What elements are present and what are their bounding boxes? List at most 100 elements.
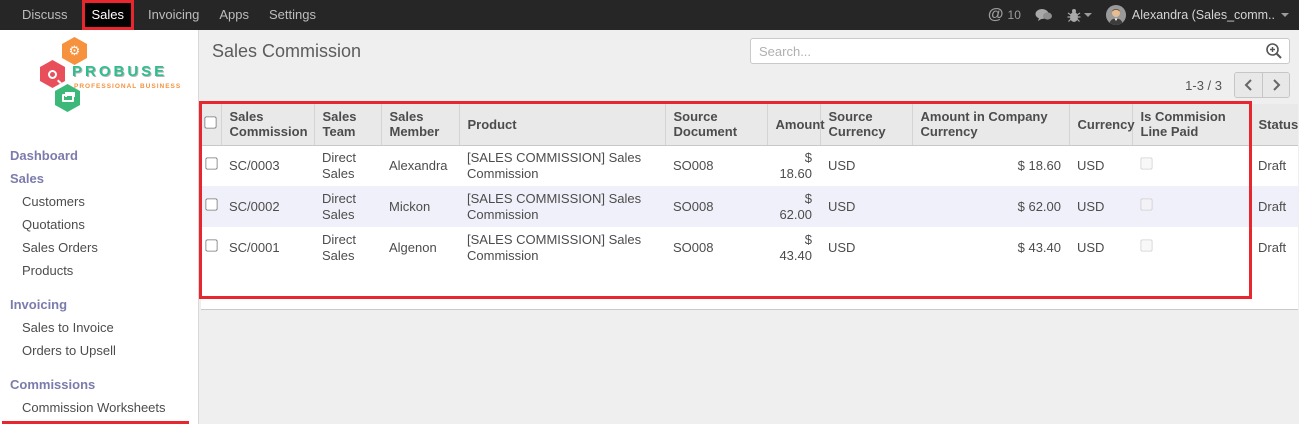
column-header-label: Source Currency [829, 109, 886, 139]
bug-icon [1067, 8, 1081, 23]
cell-amount: $ 18.60 [767, 145, 820, 186]
column-header[interactable]: Source Currency [820, 104, 912, 145]
chevron-left-icon [1244, 79, 1253, 91]
sidebar-entry-label: Commissions [10, 377, 95, 392]
column-header[interactable]: Amount in Company Currency [912, 104, 1069, 145]
pager: 1-3 / 3 [1185, 72, 1290, 98]
column-header-label: Is Commision Line Paid [1141, 109, 1226, 139]
sidebar-entry-label: Quotations [22, 217, 85, 232]
nav-app-label: Sales [92, 7, 125, 22]
cell-is-paid [1132, 186, 1250, 227]
chevron-right-icon [1272, 79, 1281, 91]
row-select-checkbox[interactable] [205, 158, 217, 170]
control-panel: Sales Commission 1-3 / 3 [199, 30, 1299, 103]
sidebar-entry-label: Sales [10, 171, 44, 186]
logo-title: PROBUSE [72, 63, 167, 80]
cell-sales-team: Direct Sales [314, 145, 381, 186]
is-paid-checkbox [1140, 158, 1152, 170]
column-header[interactable]: Product [459, 104, 665, 145]
nav-app-item[interactable]: Settings [259, 0, 326, 30]
row-select-checkbox[interactable] [205, 198, 217, 210]
magnifier-icon [40, 60, 65, 88]
is-paid-checkbox [1140, 198, 1152, 210]
column-header-label: Sales Commission [230, 109, 308, 139]
cell-sales-member: Alexandra [381, 145, 459, 186]
column-header-label: Amount [776, 117, 825, 132]
column-header[interactable]: Status [1250, 104, 1298, 145]
column-header[interactable]: Currency [1069, 104, 1132, 145]
sidebar-menu-entry[interactable]: Sales [0, 167, 198, 190]
sidebar-menu-entry[interactable]: Sales Orders [0, 236, 198, 259]
cell-source-currency: USD [820, 145, 912, 186]
nav-app-label: Invoicing [148, 7, 199, 22]
table-row[interactable]: SC/0001 Direct Sales Algenon [SALES COMM… [201, 227, 1298, 268]
search-input[interactable] [750, 38, 1290, 64]
page-title: Sales Commission [212, 41, 361, 62]
sidebar-entry-label: Sales to Invoice [22, 320, 114, 335]
table-row[interactable]: SC/0002 Direct Sales Mickon [SALES COMMI… [201, 186, 1298, 227]
table-row[interactable]: SC/0003 Direct Sales Alexandra [SALES CO… [201, 145, 1298, 186]
column-header[interactable]: Sales Commission [221, 104, 314, 145]
top-navbar: Discuss Sales Invoicing Apps Settings @ … [0, 0, 1299, 30]
cell-status: Draft [1250, 145, 1298, 186]
user-name: Alexandra (Sales_comm.. [1132, 8, 1275, 22]
table-body: SC/0003 Direct Sales Alexandra [SALES CO… [201, 145, 1298, 268]
app-window: Discuss Sales Invoicing Apps Settings @ … [0, 0, 1299, 424]
cell-currency: USD [1069, 145, 1132, 186]
row-select-checkbox[interactable] [205, 239, 217, 251]
messages-button[interactable] [1035, 8, 1053, 22]
cell-is-paid [1132, 227, 1250, 268]
avatar [1106, 5, 1126, 25]
cell-amount-company: $ 43.40 [912, 227, 1069, 268]
sidebar-menu-entry[interactable]: Commission Worksheets [0, 396, 198, 419]
select-all-checkbox[interactable] [205, 117, 217, 129]
sidebar-entry-label: Commission Worksheets [22, 400, 166, 415]
sidebar-entry-label: Sales Orders [22, 240, 98, 255]
column-header-label: Sales Team [323, 109, 357, 139]
column-header[interactable]: Source Document [665, 104, 767, 145]
logo-subtitle: PROFESSIONAL BUSINESS [74, 83, 181, 90]
pager-previous-button[interactable] [1235, 73, 1262, 97]
company-logo: ⚙ PROBUSE PROFESSIONAL BUSINESS [0, 36, 198, 118]
cell-status: Draft [1250, 186, 1298, 227]
nav-app-item[interactable]: Sales [82, 0, 135, 30]
nav-app-item[interactable]: Discuss [12, 0, 78, 30]
main-content: Sales Commission 1-3 / 3 [199, 30, 1299, 424]
sidebar-menu-entry[interactable]: Quotations [0, 213, 198, 236]
sidebar-menu-entry[interactable]: Orders to Upsell [0, 339, 198, 362]
cell-sales-team: Direct Sales [314, 186, 381, 227]
nav-app-item[interactable]: Invoicing [138, 0, 209, 30]
search-icon[interactable] [1265, 42, 1283, 65]
sidebar-menu-entry[interactable]: Products [0, 259, 198, 282]
cell-amount-company: $ 18.60 [912, 145, 1069, 186]
user-menu[interactable]: Alexandra (Sales_comm.. [1106, 5, 1289, 25]
sidebar-menu-entry[interactable]: Dashboard [0, 144, 198, 167]
mention-counter[interactable]: @ 10 [988, 6, 1021, 24]
sidebar-menu-entry[interactable]: Customers [0, 190, 198, 213]
cell-sales-commission: SC/0001 [221, 227, 314, 268]
cell-currency: USD [1069, 227, 1132, 268]
cell-is-paid [1132, 145, 1250, 186]
cell-sales-member: Algenon [381, 227, 459, 268]
column-header[interactable]: Is Commision Line Paid [1132, 104, 1250, 145]
debug-menu-button[interactable] [1067, 8, 1092, 23]
sidebar-menu-entry[interactable]: Invoicing [0, 293, 198, 316]
nav-app-item[interactable]: Apps [209, 0, 259, 30]
cell-currency: USD [1069, 186, 1132, 227]
sidebar: ⚙ PROBUSE PROFESSIONAL BUSINESS Dashboar… [0, 30, 199, 424]
sidebar-menu-entry[interactable]: Sales to Invoice [0, 316, 198, 339]
pager-next-button[interactable] [1262, 73, 1289, 97]
cell-source-document: SO008 [665, 227, 767, 268]
cell-sales-commission: SC/0003 [221, 145, 314, 186]
nav-app-menu: Discuss Sales Invoicing Apps Settings [0, 0, 326, 30]
sidebar-menu-entry[interactable]: Commissions [0, 373, 198, 396]
column-header[interactable]: Amount [767, 104, 820, 145]
column-header[interactable]: Sales Member [381, 104, 459, 145]
column-header-label: Sales Member [390, 109, 440, 139]
nav-app-label: Apps [219, 7, 249, 22]
table-header-row: Sales Commission Sales Team Sales Member… [201, 104, 1298, 145]
cell-source-currency: USD [820, 186, 912, 227]
sidebar-entry-label: Customers [22, 194, 85, 209]
sidebar-entry-label: Dashboard [10, 148, 78, 163]
column-header[interactable]: Sales Team [314, 104, 381, 145]
